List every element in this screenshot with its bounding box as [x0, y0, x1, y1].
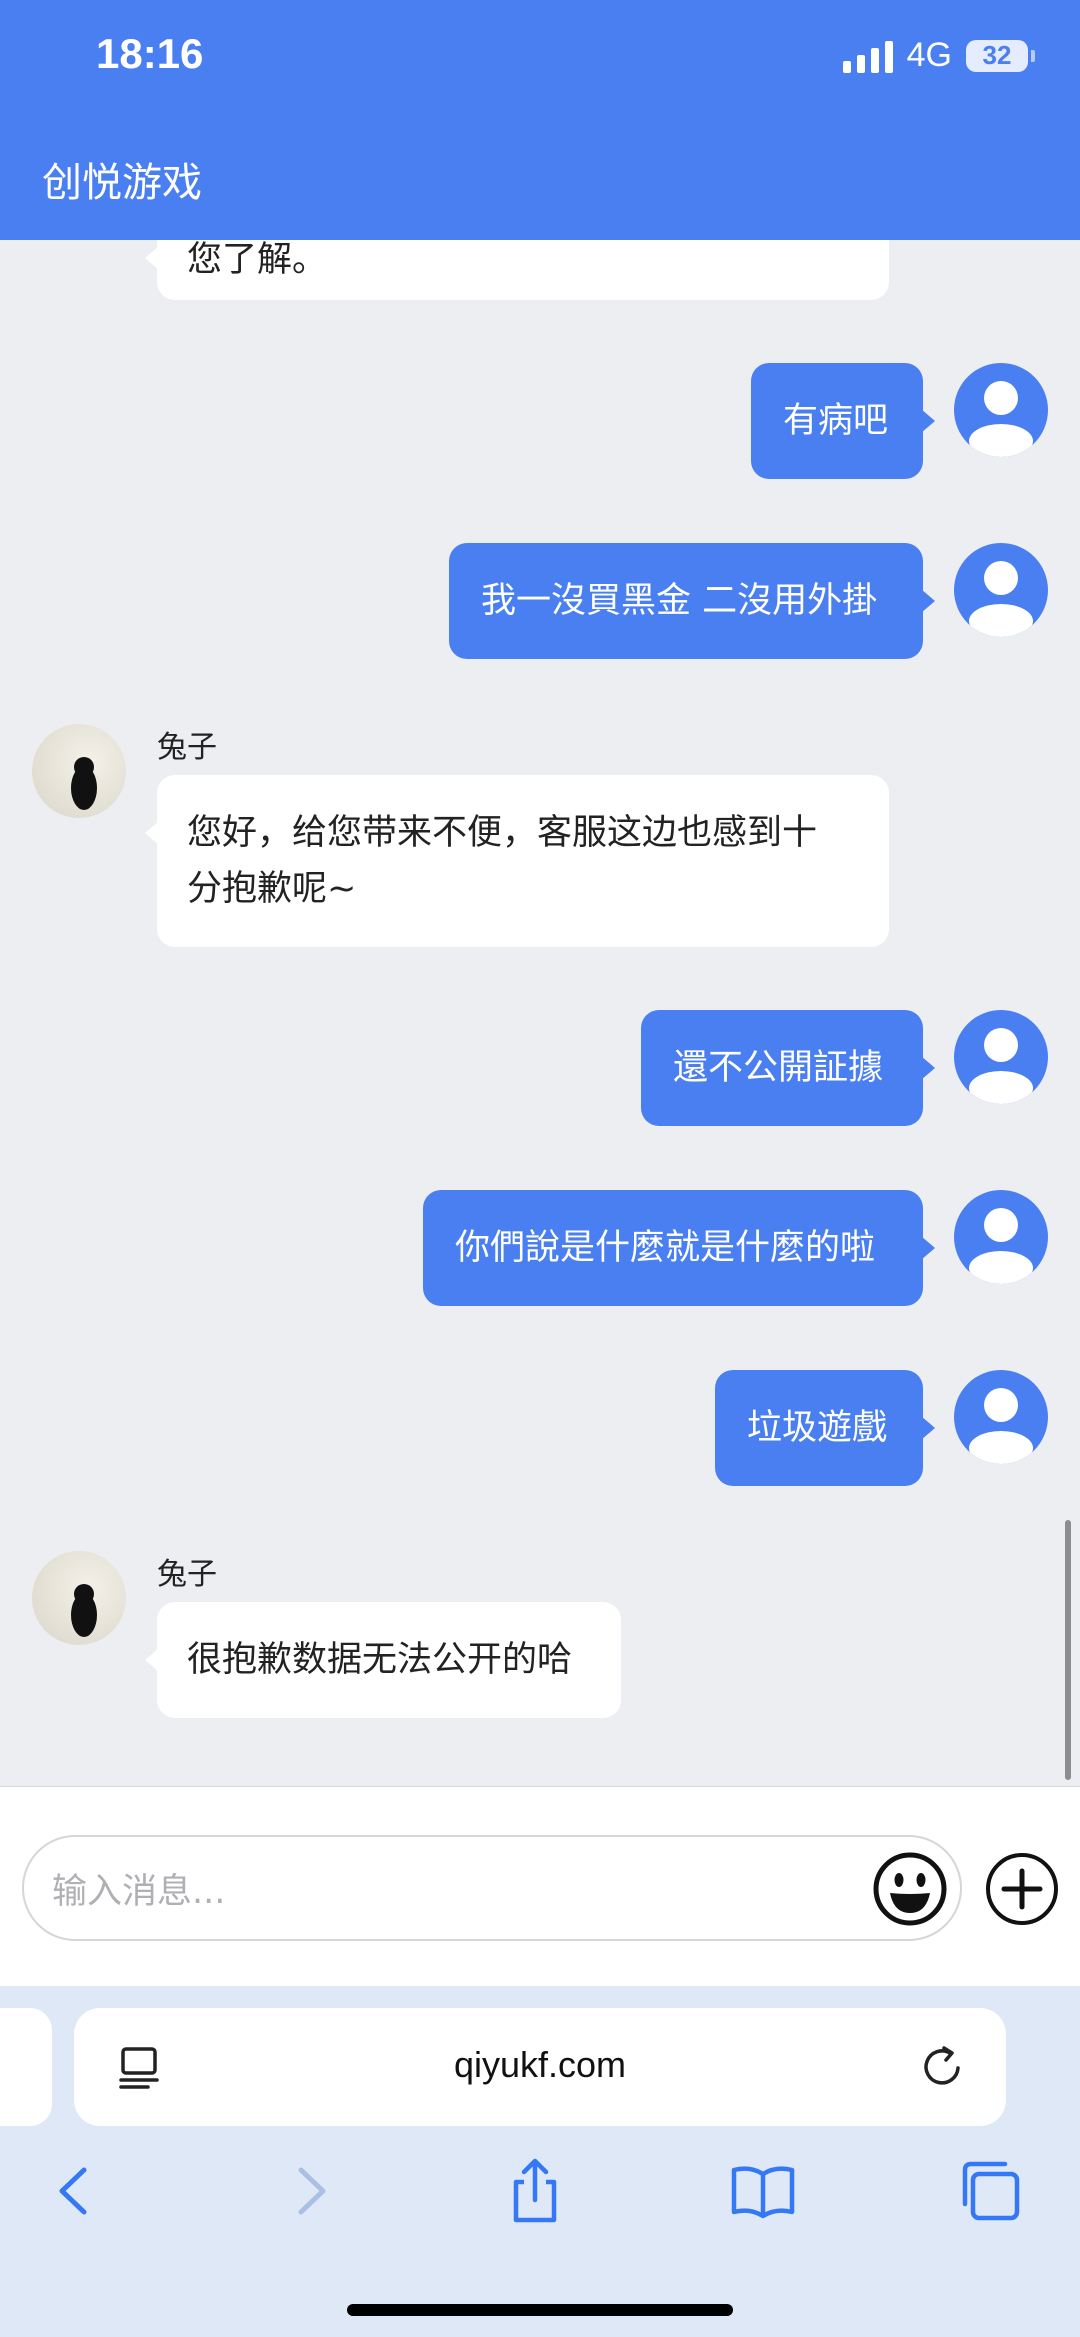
- page-title: 创悦游戏: [42, 160, 202, 206]
- user-message-text: 我一沒買黑金 二沒用外掛: [481, 581, 878, 621]
- user-avatar: [954, 363, 1048, 457]
- person-icon: [969, 381, 1033, 457]
- book-icon: [731, 2166, 795, 2219]
- agent-avatar: [32, 724, 126, 818]
- user-message: 有病吧: [751, 363, 935, 479]
- battery-icon: 32: [966, 39, 1035, 72]
- battery-level: 32: [982, 40, 1012, 70]
- previous-tab-preview[interactable]: [0, 2008, 52, 2126]
- agent-avatar: [32, 1551, 126, 1645]
- browser-toolbar: qiyukf.com: [0, 1986, 1080, 2337]
- user-message-text: 你們說是什麼就是什麼的啦: [455, 1228, 876, 1268]
- share-icon: [513, 2158, 557, 2223]
- status-indicators: 4G 32: [842, 36, 1035, 75]
- home-indicator[interactable]: [347, 2304, 733, 2316]
- agent-name: 兔子: [157, 730, 217, 765]
- user-message: 還不公開証據: [641, 1010, 935, 1126]
- user-avatar: [954, 543, 1048, 637]
- chevron-right-icon: [298, 2167, 326, 2215]
- user-avatar: [954, 1370, 1048, 1464]
- app-header: 18:16 4G 32 创悦游戏: [0, 0, 1080, 240]
- network-type: 4G: [906, 36, 952, 74]
- agent-message: 很抱歉数据无法公开的哈: [145, 1602, 621, 1718]
- status-time: 18:16: [96, 30, 204, 77]
- person-icon: [969, 1388, 1033, 1464]
- url-text: qiyukf.com: [453, 2044, 627, 2085]
- user-message: 垃圾遊戲: [715, 1370, 935, 1486]
- message-input[interactable]: 输入消息...: [22, 1835, 962, 1941]
- reload-icon[interactable]: [920, 2044, 966, 2090]
- smiley-icon: [873, 1852, 947, 1926]
- user-avatar: [954, 1190, 1048, 1284]
- user-message-text: 還不公開証據: [673, 1048, 884, 1088]
- agent-message-line: 分抱歉呢~: [187, 869, 357, 909]
- agent-message: 您好，给您带来不便，客服这边也感到十 分抱歉呢~: [145, 775, 889, 947]
- bookmarks-button[interactable]: [728, 2156, 798, 2226]
- tabs-button[interactable]: [955, 2156, 1025, 2226]
- agent-message-line: 您好，给您带来不便，客服这边也感到十: [187, 813, 818, 853]
- person-icon: [969, 1028, 1033, 1104]
- user-message-text: 有病吧: [783, 401, 889, 441]
- plus-icon: [986, 1853, 1058, 1925]
- chat-history[interactable]: 您了解。 有病吧 我一沒買黑金 二沒用外掛 兔子 您好，给您带来不便，客服这边也…: [0, 240, 1080, 1786]
- back-button[interactable]: [40, 2156, 110, 2226]
- emoji-button[interactable]: [872, 1851, 948, 1927]
- add-attachment-button[interactable]: [984, 1851, 1060, 1927]
- user-avatar: [954, 1010, 1048, 1104]
- signal-icon: [842, 39, 893, 73]
- address-bar[interactable]: qiyukf.com: [74, 2008, 1006, 2126]
- agent-message-text: 很抱歉数据无法公开的哈: [187, 1640, 573, 1680]
- user-message: 你們說是什麼就是什麼的啦: [423, 1190, 935, 1306]
- share-button[interactable]: [500, 2156, 570, 2226]
- forward-button[interactable]: [275, 2156, 345, 2226]
- user-message: 我一沒買黑金 二沒用外掛: [449, 543, 935, 659]
- person-icon: [969, 561, 1033, 637]
- agent-message-text: 您了解。: [187, 240, 328, 280]
- agent-name: 兔子: [157, 1557, 217, 1592]
- person-icon: [969, 1208, 1033, 1284]
- agent-message-partial: 您了解。: [145, 240, 889, 300]
- chat-scrollbar[interactable]: [1065, 1520, 1071, 1780]
- user-message-text: 垃圾遊戲: [747, 1408, 888, 1448]
- tabs-icon: [962, 2161, 1020, 2221]
- chevron-left-icon: [59, 2167, 87, 2215]
